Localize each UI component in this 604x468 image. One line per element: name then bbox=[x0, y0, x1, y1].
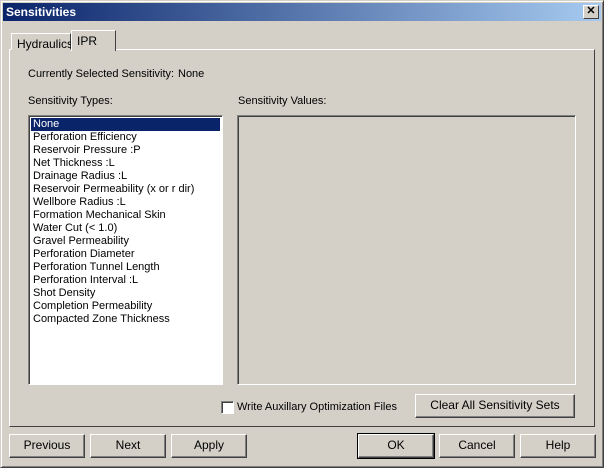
sensitivity-values-box[interactable] bbox=[237, 115, 576, 385]
list-item[interactable]: Completion Permeability bbox=[31, 300, 220, 313]
ok-button[interactable]: OK bbox=[357, 433, 435, 459]
write-aux-files-checkbox[interactable] bbox=[221, 401, 234, 414]
list-item[interactable]: None bbox=[31, 118, 220, 131]
list-item[interactable]: Compacted Zone Thickness bbox=[31, 313, 220, 326]
list-item[interactable]: Reservoir Permeability (x or r dir) bbox=[31, 183, 220, 196]
list-item[interactable]: Perforation Tunnel Length bbox=[31, 261, 220, 274]
title-bar: Sensitivities bbox=[3, 3, 601, 21]
close-button[interactable]: ✕ bbox=[583, 5, 599, 19]
list-item[interactable]: Drainage Radius :L bbox=[31, 170, 220, 183]
tab-ipr[interactable]: IPR bbox=[71, 30, 116, 51]
tab-hydraulics[interactable]: Hydraulics bbox=[11, 33, 74, 51]
list-item[interactable]: Wellbore Radius :L bbox=[31, 196, 220, 209]
clear-all-sets-button[interactable]: Clear All Sensitivity Sets bbox=[415, 394, 575, 418]
next-button[interactable]: Next bbox=[90, 434, 166, 458]
list-item[interactable]: Shot Density bbox=[31, 287, 220, 300]
window-title: Sensitivities bbox=[6, 5, 77, 19]
cancel-button[interactable]: Cancel bbox=[439, 434, 515, 458]
list-item[interactable]: Formation Mechanical Skin bbox=[31, 209, 220, 222]
current-sensitivity-value: None bbox=[178, 68, 205, 80]
list-item[interactable]: Reservoir Pressure :P bbox=[31, 144, 220, 157]
sensitivity-types-label: Sensitivity Types: bbox=[28, 95, 113, 107]
list-item[interactable]: Net Thickness :L bbox=[31, 157, 220, 170]
help-button[interactable]: Help bbox=[520, 434, 596, 458]
close-icon: ✕ bbox=[586, 5, 596, 17]
apply-button[interactable]: Apply bbox=[171, 434, 247, 458]
sensitivity-types-list[interactable]: None Perforation Efficiency Reservoir Pres… bbox=[28, 115, 223, 385]
previous-button[interactable]: Previous bbox=[9, 434, 85, 458]
list-item[interactable]: Perforation Efficiency bbox=[31, 131, 220, 144]
tab-label: IPR bbox=[77, 34, 98, 48]
list-item[interactable]: Perforation Interval :L bbox=[31, 274, 220, 287]
tab-label: Hydraulics bbox=[17, 37, 74, 51]
list-item[interactable]: Water Cut (< 1.0) bbox=[31, 222, 220, 235]
list-item[interactable]: Gravel Permeability bbox=[31, 235, 220, 248]
sensitivity-values-label: Sensitivity Values: bbox=[238, 95, 327, 107]
current-sensitivity-label: Currently Selected Sensitivity: bbox=[28, 68, 175, 80]
list-item[interactable]: Perforation Diameter bbox=[31, 248, 220, 261]
write-aux-files-label[interactable]: Write Auxillary Optimization Files bbox=[237, 401, 397, 413]
